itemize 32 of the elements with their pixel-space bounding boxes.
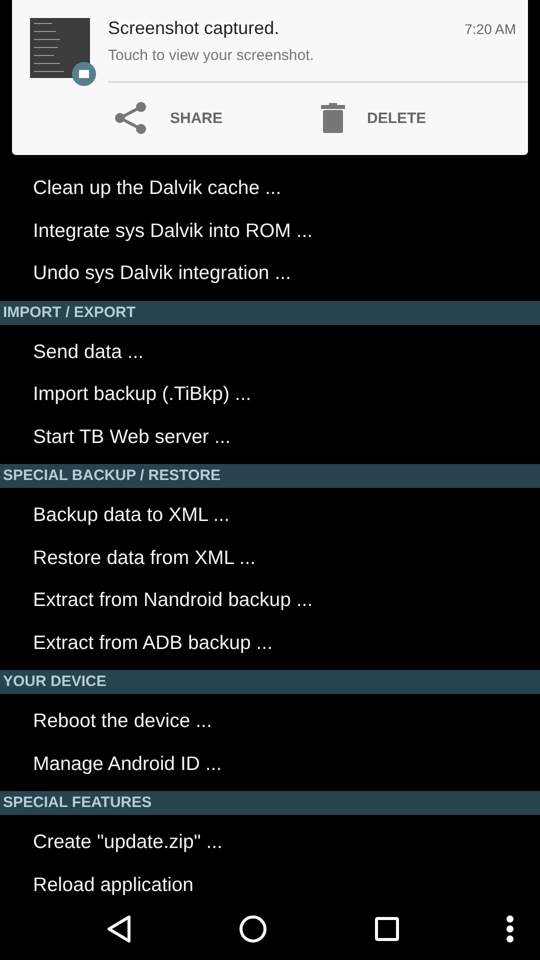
menu-item[interactable]: Send data ...	[0, 330, 540, 373]
menu-item[interactable]: Undo sys Dalvik integration ...	[0, 252, 540, 294]
menu-item[interactable]: Extract from ADB backup ...	[0, 622, 540, 664]
menu-item[interactable]: Restore data from XML ...	[0, 536, 540, 579]
share-icon	[114, 102, 148, 134]
notification-card[interactable]: Screenshot captured. 7:20 AM Touch to view your screenshot. SHARE DELETE	[12, 0, 528, 155]
more-icon[interactable]	[506, 915, 514, 943]
section-header: SPECIAL BACKUP / RESTORE	[0, 464, 540, 488]
notification-time: 7:20 AM	[464, 21, 516, 37]
recents-icon[interactable]	[374, 917, 399, 941]
image-icon	[72, 62, 96, 86]
notification-title: Screenshot captured.	[108, 18, 280, 39]
menu-item[interactable]: Clean up the Dalvik cache ...	[0, 167, 540, 210]
back-icon[interactable]	[106, 914, 132, 944]
share-button[interactable]: SHARE	[114, 83, 321, 153]
menu-item[interactable]: Manage Android ID ...	[0, 742, 540, 785]
menu-item[interactable]: Reload application	[0, 864, 540, 898]
menu-item[interactable]: Import backup (.TiBkp) ...	[0, 373, 540, 416]
menu-item[interactable]: Backup data to XML ...	[0, 494, 540, 536]
menu-item[interactable]: Create "update.zip" ...	[0, 821, 540, 864]
section-header: SPECIAL FEATURES	[0, 791, 540, 815]
menu-item[interactable]: Reboot the device ...	[0, 700, 540, 742]
notification-text: Touch to view your screenshot.	[108, 47, 528, 83]
delete-button[interactable]: DELETE	[321, 83, 528, 153]
menu-item[interactable]: Start TB Web server ...	[0, 416, 540, 458]
text-lines-drawing	[34, 23, 64, 72]
menu-item[interactable]: Extract from Nandroid backup ...	[0, 579, 540, 622]
menu-item[interactable]: Integrate sys Dalvik into ROM ...	[0, 210, 540, 252]
section-header: IMPORT / EXPORT	[0, 300, 540, 324]
trash-icon	[321, 103, 345, 133]
home-icon[interactable]	[239, 915, 268, 943]
section-header: YOUR DEVICE	[0, 670, 540, 694]
